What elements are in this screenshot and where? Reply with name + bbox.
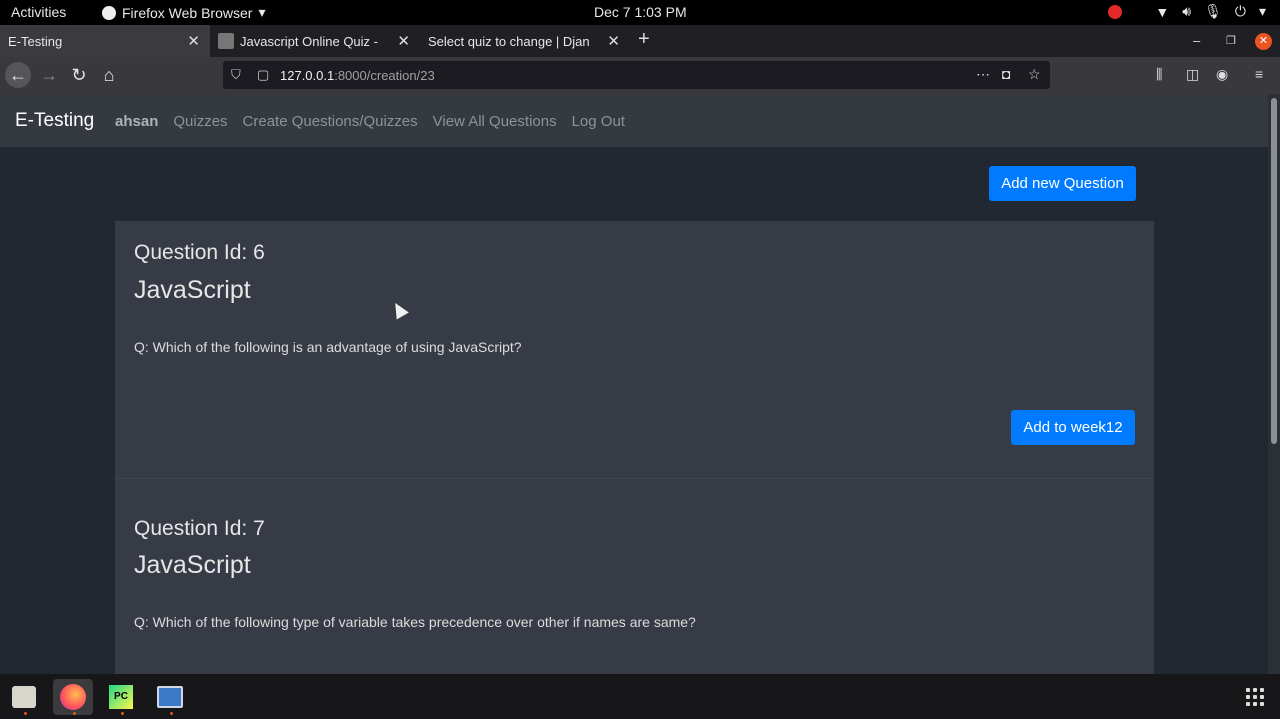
page-scrollbar[interactable] xyxy=(1268,94,1280,674)
home-icon[interactable]: ⌂ xyxy=(96,62,122,88)
power-icon: ⏻ xyxy=(1234,3,1246,19)
restore-icon[interactable]: ❐ xyxy=(1226,34,1236,47)
firefox-icon xyxy=(102,5,116,20)
caret-down-icon: ▾ xyxy=(258,4,266,20)
files-icon xyxy=(12,686,36,708)
pycharm-icon: PC xyxy=(109,685,133,709)
site-nav-links: ahsan Quizzes Create Questions/Quizzes V… xyxy=(115,113,625,130)
question-text: Q: Which of the following type of variab… xyxy=(134,614,696,630)
account-icon[interactable]: ◉ xyxy=(1216,66,1228,83)
new-tab-icon[interactable]: + xyxy=(638,28,650,51)
question-card: Question Id: 6 JavaScript Q: Which of th… xyxy=(115,221,1154,478)
question-subject: JavaScript xyxy=(134,276,251,304)
close-tab-icon[interactable]: ✕ xyxy=(607,32,620,50)
url-host: 127.0.0.1 xyxy=(280,68,335,83)
dock-files[interactable] xyxy=(4,679,44,715)
page-info-icon[interactable]: ▢ xyxy=(257,67,269,83)
tab-e-testing[interactable]: E-Testing ✕ xyxy=(0,25,210,57)
add-to-week-button[interactable]: Add to week12 xyxy=(1011,410,1135,445)
dock-firefox[interactable] xyxy=(53,679,93,715)
show-applications-icon[interactable] xyxy=(1246,688,1264,706)
nav-link-view-all[interactable]: View All Questions xyxy=(433,113,557,130)
running-indicator xyxy=(170,712,173,715)
tab-label: E-Testing xyxy=(8,33,63,49)
running-indicator xyxy=(121,712,124,715)
nav-link-quizzes[interactable]: Quizzes xyxy=(173,113,227,130)
dock-screenshot[interactable] xyxy=(150,679,190,715)
activities-button[interactable]: Activities xyxy=(11,4,66,20)
tab-javascript-quiz[interactable]: Javascript Online Quiz - ✕ xyxy=(210,25,420,57)
browser-toolbar: ← → ↻ ⌂ ⛉ ▢ 127.0.0.1:8000/creation/23 ⋯… xyxy=(0,57,1280,94)
shield-icon[interactable]: ⛉ xyxy=(231,67,241,83)
dock-pycharm[interactable]: PC xyxy=(101,679,141,715)
dock: PC xyxy=(0,674,1280,719)
caret-down-icon: ▾ xyxy=(1258,3,1266,19)
site-navbar: E-Testing ahsan Quizzes Create Questions… xyxy=(0,94,1268,147)
reload-icon[interactable]: ↻ xyxy=(66,62,92,88)
question-text: Q: Which of the following is an advantag… xyxy=(134,339,522,355)
clock[interactable]: Dec 7 1:03 PM xyxy=(594,4,687,20)
url-bar[interactable]: ⛉ ▢ 127.0.0.1:8000/creation/23 ⋯ ◘ ☆ xyxy=(223,61,1050,89)
volume-icon: 🔊︎ xyxy=(1182,3,1192,19)
menu-icon[interactable]: ≡ xyxy=(1255,66,1263,82)
page-favicon-icon xyxy=(218,33,234,49)
url-text[interactable]: 127.0.0.1:8000/creation/23 xyxy=(280,68,435,83)
window-close-icon[interactable]: ✕ xyxy=(1255,33,1272,50)
tab-select-quiz[interactable]: Select quiz to change | Djan ✕ xyxy=(420,25,630,57)
running-indicator xyxy=(24,712,27,715)
close-tab-icon[interactable]: ✕ xyxy=(397,32,410,50)
microphone-icon: 🎙︎ xyxy=(1204,3,1222,19)
system-tray[interactable]: ▼ 🔊︎ 🎙︎ ⏻ ▾ xyxy=(1108,3,1266,20)
system-top-bar: Activities Firefox Web Browser ▾ Dec 7 1… xyxy=(0,0,1280,25)
running-indicator xyxy=(73,712,76,715)
pocket-icon[interactable]: ◘ xyxy=(1002,66,1010,82)
question-subject: JavaScript xyxy=(134,551,251,579)
more-actions-icon[interactable]: ⋯ xyxy=(976,66,990,83)
forward-icon[interactable]: → xyxy=(36,62,62,88)
add-new-question-button[interactable]: Add new Question xyxy=(989,166,1136,201)
site-brand[interactable]: E-Testing xyxy=(15,110,94,132)
question-id: Question Id: 6 xyxy=(134,241,265,264)
tab-label: Javascript Online Quiz - xyxy=(240,33,378,49)
tab-label: Select quiz to change | Djan xyxy=(428,33,590,49)
firefox-icon xyxy=(60,684,86,710)
question-card: Question Id: 7 JavaScript Q: Which of th… xyxy=(115,478,1154,674)
bookmark-star-icon[interactable]: ☆ xyxy=(1028,66,1041,83)
scrollbar-thumb[interactable] xyxy=(1271,98,1277,444)
library-icon[interactable]: ⫼ xyxy=(1156,66,1162,83)
recording-indicator-icon[interactable] xyxy=(1108,4,1123,19)
sidebar-icon[interactable]: ◫ xyxy=(1186,66,1199,83)
app-menu[interactable]: Firefox Web Browser ▾ xyxy=(102,4,265,21)
screenshot-icon xyxy=(157,686,183,708)
minimize-icon[interactable]: – xyxy=(1193,33,1200,48)
app-menu-label: Firefox Web Browser xyxy=(122,4,253,21)
back-icon[interactable]: ← xyxy=(5,62,31,88)
page-viewport: E-Testing ahsan Quizzes Create Questions… xyxy=(0,94,1268,674)
wifi-icon: ▼ xyxy=(1155,3,1170,20)
question-id: Question Id: 7 xyxy=(134,517,265,540)
close-tab-icon[interactable]: ✕ xyxy=(187,32,200,50)
nav-link-logout[interactable]: Log Out xyxy=(572,113,625,130)
tab-strip: E-Testing ✕ Javascript Online Quiz - ✕ S… xyxy=(0,25,1280,57)
nav-username[interactable]: ahsan xyxy=(115,113,158,130)
nav-link-create[interactable]: Create Questions/Quizzes xyxy=(243,113,418,130)
url-path: :8000/creation/23 xyxy=(334,68,435,83)
